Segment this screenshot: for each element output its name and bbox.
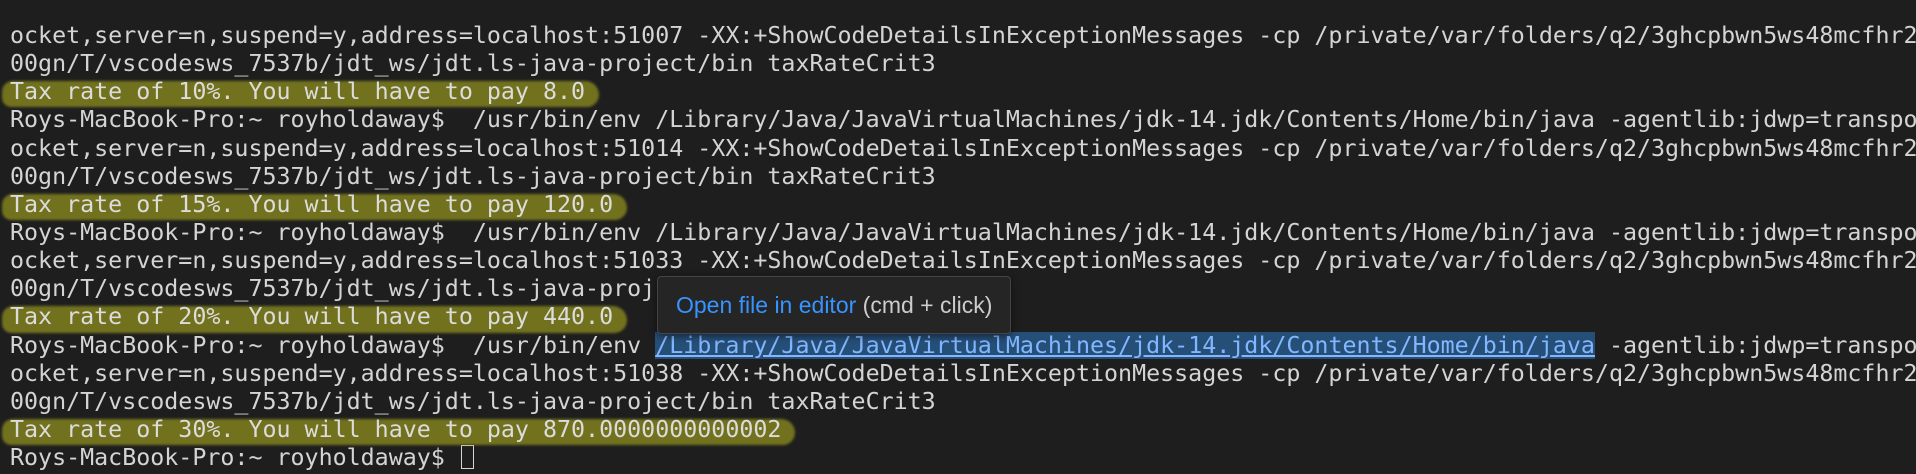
terminal-command-line: Roys-MacBook-Pro:~ royholdaway$ /usr/bin…	[0, 331, 1916, 360]
highlighted-output: Tax rate of 15%. You will have to pay 12…	[10, 190, 614, 218]
program-output-line: Tax rate of 15%. You will have to pay 12…	[0, 191, 1916, 219]
terminal-line: ocket,server=n,suspend=y,address=localho…	[10, 134, 1916, 162]
terminal-line: 00gn/T/vscodesws_7537b/jdt_ws/jdt.ls-jav…	[10, 387, 936, 415]
terminal-line: Roys-MacBook-Pro:~ royholdaway$ /usr/bin…	[10, 106, 1916, 134]
terminal-line: 00gn/T/vscodesws_7537b/jdt_ws/jdt.ls-jav…	[10, 50, 936, 78]
command-suffix: -agentlib:jdwp=transpo	[1594, 331, 1916, 359]
open-file-tooltip: Open file in editor (cmd + click)	[657, 276, 1012, 334]
highlighted-output: Tax rate of 30%. You will have to pay 87…	[10, 415, 782, 443]
terminal-line: Roys-MacBook-Pro:~ royholdaway$ /usr/bin…	[10, 218, 1916, 246]
java-path-link[interactable]: /Library/Java/JavaVirtualMachines/jdk-14…	[655, 331, 1595, 359]
terminal-line: ocket,server=n,suspend=y,address=localho…	[10, 22, 1916, 49]
highlighted-output: Tax rate of 10%. You will have to pay 8.…	[10, 78, 586, 106]
shell-prompt: Roys-MacBook-Pro:~ royholdaway$	[10, 444, 459, 472]
tooltip-hint: (cmd + click)	[856, 292, 993, 318]
terminal-output[interactable]: ocket,server=n,suspend=y,address=localho…	[0, 0, 1916, 474]
program-output-line: Tax rate of 30%. You will have to pay 87…	[0, 416, 1916, 444]
terminal-line: ocket,server=n,suspend=y,address=localho…	[10, 359, 1916, 387]
terminal-line: ocket,server=n,suspend=y,address=localho…	[10, 247, 1916, 275]
program-output-line: Tax rate of 10%. You will have to pay 8.…	[0, 78, 1916, 106]
highlighted-output: Tax rate of 20%. You will have to pay 44…	[10, 303, 614, 331]
open-file-action[interactable]: Open file in editor	[676, 292, 856, 318]
terminal-prompt-line[interactable]: Roys-MacBook-Pro:~ royholdaway$	[0, 444, 1916, 472]
command-prefix: Roys-MacBook-Pro:~ royholdaway$ /usr/bin…	[10, 331, 656, 359]
terminal-line: 00gn/T/vscodesws_7537b/jdt_ws/jdt.ls-jav…	[10, 162, 936, 190]
text-cursor	[460, 445, 474, 470]
